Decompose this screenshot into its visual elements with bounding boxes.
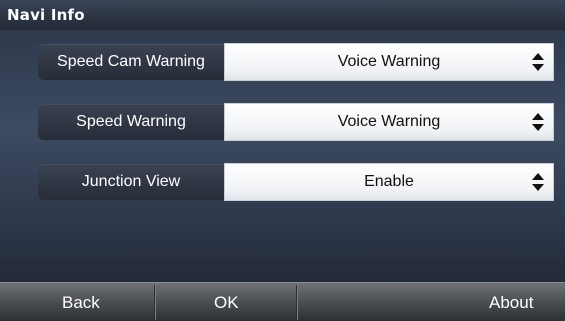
setting-label-tab: Junction View (38, 164, 246, 200)
up-down-arrows-icon[interactable] (532, 53, 544, 71)
setting-row-speed-cam-warning: Speed Cam Warning Voice Warning (38, 43, 554, 81)
setting-label: Junction View (81, 173, 181, 190)
bottom-bar: Back OK About (0, 282, 565, 321)
setting-label: Speed Warning (76, 113, 186, 130)
speed-warning-select[interactable]: Voice Warning (224, 103, 554, 141)
setting-row-speed-warning: Speed Warning Voice Warning (38, 103, 554, 141)
speed-cam-warning-select[interactable]: Voice Warning (224, 43, 554, 81)
divider (296, 285, 297, 320)
select-value: Enable (364, 173, 414, 190)
select-value: Voice Warning (337, 113, 441, 130)
setting-row-junction-view: Junction View Enable (38, 163, 554, 201)
setting-label-tab: Speed Warning (38, 104, 246, 140)
page-title: Navi Info (7, 6, 85, 24)
junction-view-select[interactable]: Enable (224, 163, 554, 201)
up-down-arrows-icon[interactable] (532, 113, 544, 131)
up-down-arrows-icon[interactable] (532, 173, 544, 191)
select-value: Voice Warning (337, 53, 441, 70)
back-button[interactable]: Back (62, 283, 100, 321)
about-button[interactable]: About (489, 283, 533, 321)
title-bar: Navi Info (0, 0, 565, 30)
setting-label: Speed Cam Warning (57, 53, 205, 70)
divider (154, 285, 155, 320)
ok-button[interactable]: OK (214, 283, 239, 321)
navi-info-screen: Navi Info Speed Cam Warning Voice Warnin… (0, 0, 565, 321)
setting-label-tab: Speed Cam Warning (38, 44, 246, 80)
